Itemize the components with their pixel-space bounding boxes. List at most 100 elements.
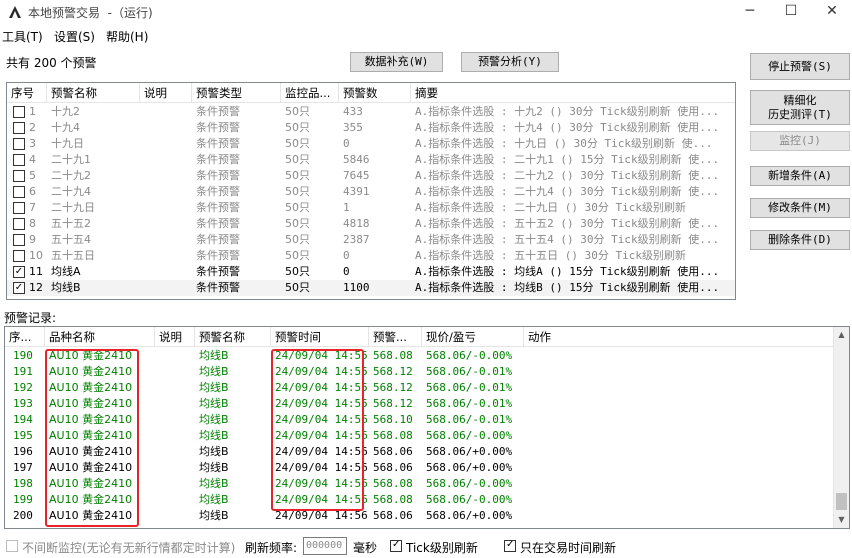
stop-warning-button[interactable]: 停止预警(S): [750, 53, 850, 80]
minimize-icon[interactable]: ─: [730, 0, 770, 24]
alert-row-checkbox[interactable]: [13, 282, 25, 294]
alert-row-checkbox[interactable]: [13, 218, 25, 230]
rec-col-desc[interactable]: 说明: [155, 327, 195, 347]
alert-row-checkbox[interactable]: [13, 186, 25, 198]
alert-row-no: 5: [29, 169, 36, 182]
alert-row-checkbox[interactable]: [13, 154, 25, 166]
record-row-desc: [155, 364, 195, 380]
monitor-button[interactable]: 监控(J): [750, 131, 850, 151]
rec-col-price-pl[interactable]: 现价/盈亏: [422, 327, 524, 347]
record-row-desc: [155, 508, 195, 524]
scroll-down-icon[interactable]: ▼: [834, 512, 849, 528]
alert-row[interactable]: 9 五十五4 条件预警 50只 2387 A.指标条件选股 : 五十五4 () 30分 T…: [7, 232, 735, 248]
record-row-action: [524, 444, 824, 460]
alert-row-no: 1: [29, 105, 36, 118]
scroll-up-icon[interactable]: ▲: [834, 327, 849, 343]
record-row-price-pl: 568.06/-0.01%: [426, 413, 513, 426]
tick-refresh-checkbox[interactable]: [390, 539, 402, 552]
record-row-warn-price: 568.06: [373, 461, 413, 474]
record-row-warn-price: 568.12: [373, 365, 413, 378]
trade-time-only-checkbox[interactable]: [504, 539, 516, 552]
alert-row[interactable]: 8 五十五2 条件预警 50只 4818 A.指标条件选股 : 五十五2 () 30分 T…: [7, 216, 735, 232]
col-header-name[interactable]: 预警名称: [47, 83, 140, 103]
record-row-action: [524, 428, 824, 444]
alert-row[interactable]: 11 均线A 条件预警 50只 0 A.指标条件选股 : 均线A () 15分 Tick级…: [7, 264, 735, 280]
alert-row-type: 条件预警: [196, 249, 240, 262]
records-table: 序... 品种名称 说明 预警名称 预警时间 预警... 现价/盈亏 动作 19…: [4, 326, 850, 529]
delete-condition-button[interactable]: 删除条件(D): [750, 230, 850, 250]
warning-analysis-button[interactable]: 预警分析(Y): [461, 52, 559, 72]
rec-col-warn-price[interactable]: 预警...: [369, 327, 422, 347]
trade-time-only-label: 只在交易时间刷新: [520, 541, 617, 555]
rec-col-warn-name[interactable]: 预警名称: [195, 327, 271, 347]
refine-history-eval-button[interactable]: 精细化 历史测评(T): [750, 90, 850, 125]
rec-col-action[interactable]: 动作: [524, 327, 833, 347]
rec-col-product[interactable]: 品种名称: [45, 327, 155, 347]
maximize-icon[interactable]: ☐: [771, 0, 811, 24]
menu-tools[interactable]: 工具(T): [2, 28, 43, 45]
record-row-price-pl: 568.06/-0.00%: [426, 349, 513, 362]
alert-row-name: 十九日: [51, 137, 84, 150]
alert-row[interactable]: 5 二十九2 条件预警 50只 7645 A.指标条件选股 : 二十九2 () 30分 T…: [7, 168, 735, 184]
alert-row[interactable]: 3 十九日 条件预警 50只 0 A.指标条件选股 : 十九日 () 30分 Tick级别…: [7, 136, 735, 152]
alert-row-checkbox[interactable]: [13, 250, 25, 262]
close-icon[interactable]: ✕: [812, 0, 852, 24]
alert-row-summary: A.指标条件选股 : 二十九2 () 30分 Tick级别刷新 使...: [415, 169, 720, 182]
alert-row-checkbox[interactable]: [13, 122, 25, 134]
alert-row[interactable]: 6 二十九4 条件预警 50只 4391 A.指标条件选股 : 二十九4 () 30分 T…: [7, 184, 735, 200]
record-row-price-pl: 568.06/-0.00%: [426, 477, 513, 490]
record-row-no: 194: [13, 413, 33, 426]
alert-row-name: 五十五4: [51, 233, 91, 246]
record-row-no: 197: [13, 461, 33, 474]
alert-row-checkbox[interactable]: [13, 266, 25, 278]
alert-row[interactable]: 12 均线B 条件预警 50只 1100 A.指标条件选股 : 均线B () 15分 Ti…: [7, 280, 735, 296]
record-row-action: [524, 348, 824, 364]
alert-row-type: 条件预警: [196, 281, 240, 294]
add-condition-button[interactable]: 新增条件(A): [750, 166, 850, 186]
alert-row-desc: [140, 152, 192, 168]
alert-row-checkbox[interactable]: [13, 234, 25, 246]
alert-row-checkbox[interactable]: [13, 138, 25, 150]
record-row-warn-price: 568.12: [373, 381, 413, 394]
alert-row-desc: [140, 280, 192, 296]
highlight-time-column: [271, 349, 364, 511]
data-supplement-button[interactable]: 数据补充(W): [350, 52, 443, 72]
menu-settings[interactable]: 设置(S): [54, 28, 95, 45]
menu-help[interactable]: 帮助(H): [106, 28, 148, 45]
alert-row-checkbox[interactable]: [13, 106, 25, 118]
status-bar: 不间断监控(无论有无新行情都定时计算) 刷新频率: 000000 毫秒 Tick…: [0, 537, 852, 557]
col-header-type[interactable]: 预警类型: [192, 83, 281, 103]
records-scrollbar[interactable]: ▲ ▼: [833, 327, 849, 528]
alert-row[interactable]: 10 五十五日 条件预警 50只 0 A.指标条件选股 : 五十五日 () 30分 Tic…: [7, 248, 735, 264]
alert-row[interactable]: 7 二十九日 条件预警 50只 1 A.指标条件选股 : 二十九日 () 30分 Tick…: [7, 200, 735, 216]
rec-col-warn-time[interactable]: 预警时间: [271, 327, 369, 347]
alert-row-desc: [140, 264, 192, 280]
modify-condition-button[interactable]: 修改条件(M): [750, 198, 850, 218]
alert-row-desc: [140, 104, 192, 120]
col-header-no[interactable]: 序号: [7, 83, 47, 103]
alert-row-count: 5846: [343, 153, 370, 166]
col-header-summary[interactable]: 摘要: [411, 83, 735, 103]
refresh-rate-input[interactable]: 000000: [303, 537, 347, 555]
record-row-no: 192: [13, 381, 33, 394]
col-header-monitor[interactable]: 监控品...: [281, 83, 339, 103]
col-header-count[interactable]: 预警数: [339, 83, 411, 103]
alert-row-count: 1: [343, 201, 350, 214]
rec-col-no[interactable]: 序...: [5, 327, 45, 347]
alert-row[interactable]: 4 二十九1 条件预警 50只 5846 A.指标条件选股 : 二十九1 () 15分 T…: [7, 152, 735, 168]
record-row-desc: [155, 348, 195, 364]
record-row-price-pl: 568.06/+0.00%: [426, 509, 513, 522]
record-row-no: 198: [13, 477, 33, 490]
alert-row[interactable]: 2 十九4 条件预警 50只 355 A.指标条件选股 : 十九4 () 30分 Tick…: [7, 120, 735, 136]
alert-row-checkbox[interactable]: [13, 202, 25, 214]
col-header-desc[interactable]: 说明: [140, 83, 192, 103]
scroll-thumb[interactable]: [836, 493, 847, 510]
alert-row-summary: A.指标条件选股 : 十九4 () 30分 Tick级别刷新 使用...: [415, 121, 720, 134]
alert-row[interactable]: 1 十九2 条件预警 50只 433 A.指标条件选股 : 十九2 () 30分 Tick…: [7, 104, 735, 120]
record-row-no: 199: [13, 493, 33, 506]
alert-row-checkbox[interactable]: [13, 170, 25, 182]
record-row-action: [524, 396, 824, 412]
record-row-desc: [155, 428, 195, 444]
alert-row-summary: A.指标条件选股 : 五十五4 () 30分 Tick级别刷新 使...: [415, 233, 720, 246]
continuous-monitor-checkbox[interactable]: [6, 540, 18, 552]
